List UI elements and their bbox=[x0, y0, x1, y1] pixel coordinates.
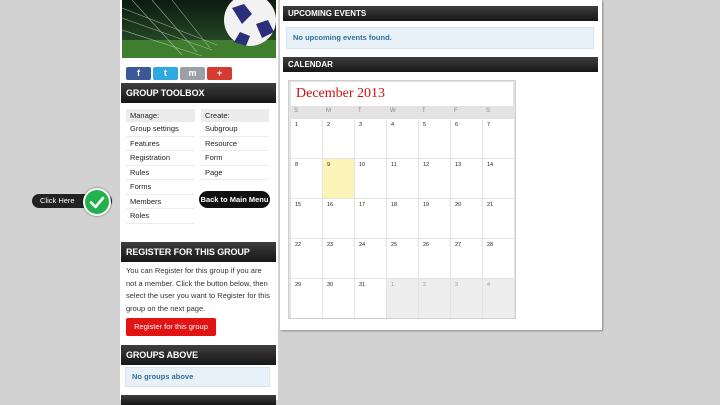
checkmark-icon bbox=[83, 188, 111, 216]
calendar-day-cell[interactable]: 31 bbox=[355, 279, 386, 318]
group-photo bbox=[122, 0, 276, 58]
calendar-day-cell[interactable]: 3 bbox=[355, 119, 386, 158]
upcoming-events-header: UPCOMING EVENTS bbox=[283, 6, 598, 21]
create-list: Create: Subgroup Resource Form Page bbox=[201, 109, 269, 180]
calendar-day-cell[interactable]: 17 bbox=[355, 199, 386, 238]
google-plus-icon[interactable]: + bbox=[207, 67, 232, 80]
calendar-month-title: December 2013 bbox=[296, 86, 386, 101]
calendar-day-cell[interactable]: 16 bbox=[323, 199, 354, 238]
calendar-day-cell[interactable]: 24 bbox=[355, 239, 386, 278]
calendar-day-cell[interactable]: 26 bbox=[419, 239, 450, 278]
manage-heading: Manage: bbox=[126, 109, 195, 122]
upcoming-events-message: No upcoming events found. bbox=[286, 27, 594, 49]
weekday-label: T bbox=[358, 108, 362, 114]
register-for-group-button[interactable]: Register for this group bbox=[126, 318, 216, 336]
manage-members-link[interactable]: Members bbox=[126, 195, 195, 209]
calendar-day-cell[interactable]: 19 bbox=[419, 199, 450, 238]
calendar-day-cell[interactable]: 29 bbox=[291, 279, 322, 318]
calendar-day-cell[interactable]: 1 bbox=[291, 119, 322, 158]
groups-above-message: No groups above bbox=[125, 367, 270, 387]
create-form-link[interactable]: Form bbox=[201, 151, 269, 166]
calendar-day-cell[interactable]: 8 bbox=[291, 159, 322, 198]
calendar-day-cell[interactable]: 5 bbox=[419, 119, 450, 158]
myspace-icon[interactable]: m bbox=[180, 67, 205, 80]
manage-rules-link[interactable]: Rules bbox=[126, 166, 195, 180]
manage-features-link[interactable]: Features bbox=[126, 137, 195, 151]
groups-above-header: GROUPS ABOVE bbox=[121, 345, 276, 365]
calendar-day-cell[interactable]: 2 bbox=[419, 279, 450, 318]
weekday-label: S bbox=[486, 108, 491, 114]
manage-list: Manage: Group settings Features Registra… bbox=[126, 109, 195, 224]
manage-registration-link[interactable]: Registration bbox=[126, 151, 195, 166]
create-resource-link[interactable]: Resource bbox=[201, 137, 269, 151]
create-subgroup-link[interactable]: Subgroup bbox=[201, 122, 269, 137]
calendar-day-cell[interactable]: 14 bbox=[483, 159, 514, 198]
weekday-label: M bbox=[326, 108, 331, 114]
next-section-header bbox=[121, 395, 276, 405]
calendar-day-cell[interactable]: 4 bbox=[483, 279, 514, 318]
calendar-day-cell[interactable]: 10 bbox=[355, 159, 386, 198]
back-to-main-menu-button[interactable]: Back to Main Menu bbox=[199, 191, 270, 208]
facebook-icon[interactable]: f bbox=[126, 67, 151, 80]
manage-roles-link[interactable]: Roles bbox=[126, 209, 195, 224]
create-heading: Create: bbox=[201, 109, 269, 122]
calendar-day-cell[interactable]: 18 bbox=[387, 199, 418, 238]
calendar-day-cell[interactable]: 21 bbox=[483, 199, 514, 238]
calendar-day-cell[interactable]: 2 bbox=[323, 119, 354, 158]
weekday-label: W bbox=[390, 108, 396, 114]
group-toolbox-header: GROUP TOOLBOX bbox=[121, 83, 276, 103]
calendar-day-cell[interactable]: 22 bbox=[291, 239, 322, 278]
calendar-day-cell[interactable]: 23 bbox=[323, 239, 354, 278]
calendar-day-cell[interactable]: 28 bbox=[483, 239, 514, 278]
weekday-label: S bbox=[294, 108, 299, 114]
calendar-day-cell[interactable]: 27 bbox=[451, 239, 482, 278]
calendar-day-cell[interactable]: 12 bbox=[419, 159, 450, 198]
calendar-day-cell[interactable]: 7 bbox=[483, 119, 514, 158]
calendar-day-cell[interactable]: 6 bbox=[451, 119, 482, 158]
calendar-day-cell[interactable]: 11 bbox=[387, 159, 418, 198]
calendar-day-cell[interactable]: 9 bbox=[323, 159, 354, 198]
calendar-day-cell[interactable]: 1 bbox=[387, 279, 418, 318]
calendar-day-cell[interactable]: 30 bbox=[323, 279, 354, 318]
calendar-day-cell[interactable]: 13 bbox=[451, 159, 482, 198]
twitter-icon[interactable]: t bbox=[153, 67, 178, 80]
calendar-day-cell[interactable]: 25 bbox=[387, 239, 418, 278]
manage-group-settings-link[interactable]: Group settings bbox=[126, 122, 195, 137]
calendar-day-cell[interactable]: 20 bbox=[451, 199, 482, 238]
register-description: You can Register for this group if you a… bbox=[126, 266, 270, 313]
manage-forms-link[interactable]: Forms bbox=[126, 180, 195, 195]
weekday-label: T bbox=[422, 108, 426, 114]
calendar-header: CALENDAR bbox=[283, 57, 598, 72]
calendar-day-cell[interactable]: 4 bbox=[387, 119, 418, 158]
calendar-day-cell[interactable]: 15 bbox=[291, 199, 322, 238]
weekday-label: F bbox=[454, 108, 458, 114]
register-header: REGISTER FOR THIS GROUP bbox=[121, 242, 276, 262]
calendar-day-cell[interactable]: 3 bbox=[451, 279, 482, 318]
create-page-link[interactable]: Page bbox=[201, 166, 269, 180]
